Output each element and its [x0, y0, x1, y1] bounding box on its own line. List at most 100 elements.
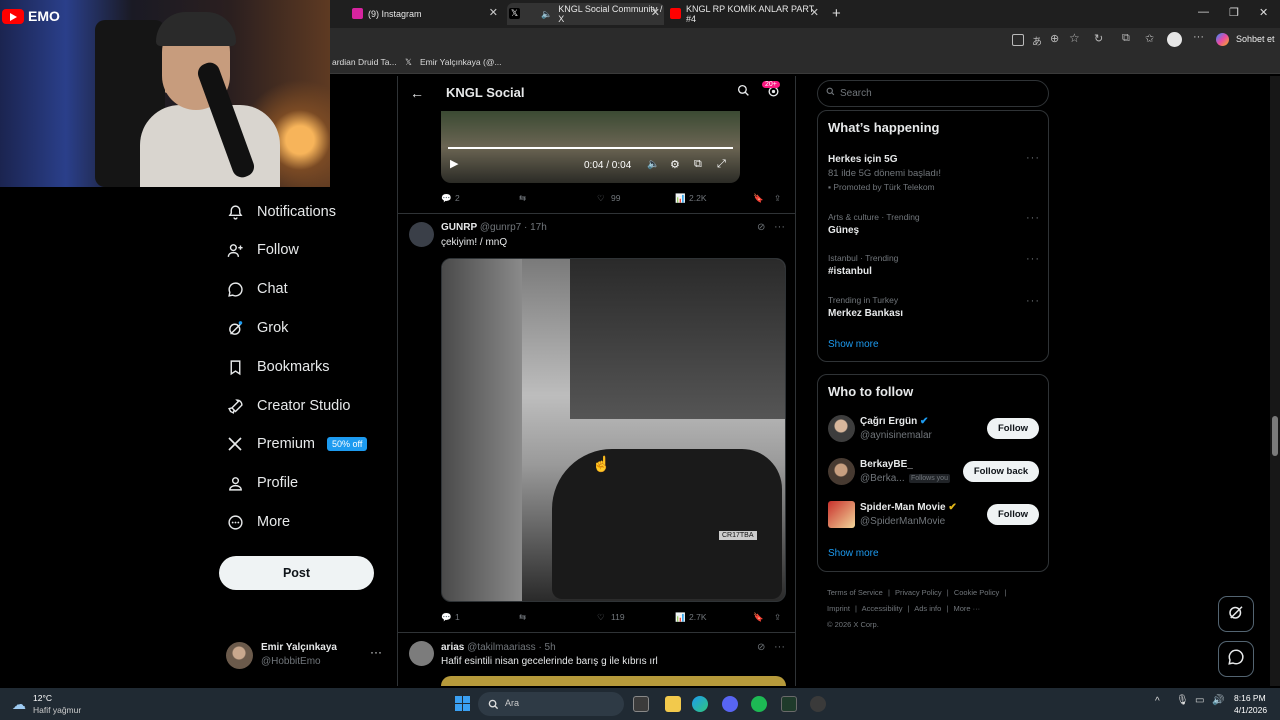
grok-float-button[interactable] — [1218, 596, 1254, 632]
bookmark-icon[interactable]: 🔖 — [753, 612, 764, 623]
post-button[interactable]: Post — [219, 556, 374, 590]
footer-link[interactable]: More ··· — [953, 604, 980, 613]
follow-name[interactable]: BerkayBE_ — [860, 459, 913, 470]
footer-link[interactable]: Terms of Service — [827, 588, 883, 597]
file-explorer-icon[interactable] — [665, 696, 681, 712]
clock-date[interactable]: 4/1/2026 — [1234, 705, 1267, 715]
post-more-icon[interactable]: ··· — [774, 641, 785, 653]
tab-close-icon[interactable]: ✕ — [810, 6, 819, 19]
nav-bookmarks[interactable]: Bookmarks — [226, 353, 330, 381]
grok-post-icon[interactable]: ⊘ — [757, 222, 765, 233]
obs-icon[interactable] — [810, 696, 826, 712]
video-player[interactable]: ▶ 0:04 / 0:04 🔈 ⚙ ⧉ ⤢ — [441, 111, 740, 183]
messages-float-button[interactable] — [1218, 641, 1254, 677]
zoom-icon[interactable]: ⊕ — [1050, 32, 1059, 45]
translate-icon[interactable]: あ — [1032, 33, 1042, 48]
like-icon[interactable]: ♡ — [597, 193, 605, 204]
trend-item[interactable]: Arts & culture · Trending Güneş — [828, 212, 920, 236]
views-icon[interactable]: 📊 — [675, 612, 686, 623]
nav-follow[interactable]: Follow — [226, 236, 299, 264]
follow-name[interactable]: Spider-Man Movie ✔ — [860, 502, 957, 513]
footer-link[interactable]: Accessibility — [862, 604, 903, 613]
post-image[interactable] — [441, 676, 786, 686]
post-more-icon[interactable]: ··· — [774, 221, 785, 233]
reply-icon[interactable]: 💬 — [441, 193, 452, 204]
author-handle[interactable]: @gunrp7 — [480, 222, 521, 233]
trend-item[interactable]: Istanbul · Trending #istanbul — [828, 253, 898, 277]
nav-grok[interactable]: Grok — [226, 314, 288, 342]
search-icon[interactable] — [737, 84, 750, 102]
play-icon[interactable]: ▶ — [450, 157, 458, 170]
pip-icon[interactable]: ⧉ — [694, 158, 702, 171]
avatar[interactable] — [828, 501, 855, 528]
edge-icon[interactable] — [692, 696, 708, 712]
avatar[interactable] — [409, 641, 434, 666]
repost-icon[interactable]: ⇆ — [519, 612, 526, 623]
nav-chat[interactable]: Chat — [226, 275, 288, 303]
nav-profile[interactable]: Profile — [226, 469, 298, 497]
bookmark-item[interactable]: ardian Druid Ta... — [332, 57, 397, 67]
footer-link[interactable]: Imprint — [827, 604, 850, 613]
favorites-icon[interactable]: ✩ — [1145, 32, 1154, 45]
extensions-icon[interactable]: ⧉ — [1122, 32, 1130, 45]
trend-more-icon[interactable]: ··· — [1026, 295, 1040, 307]
microphone-icon[interactable]: 🎙 — [1176, 695, 1189, 706]
new-tab-button[interactable]: + — [832, 5, 841, 22]
tray-chevron-icon[interactable]: ^ — [1155, 696, 1160, 707]
close-window-button[interactable]: ✕ — [1259, 6, 1268, 19]
trend-item[interactable]: Trending in Turkey Merkez Bankası — [828, 295, 903, 319]
chat-button[interactable]: Sohbet et — [1236, 34, 1275, 44]
tab-close-icon[interactable]: ✕ — [489, 6, 498, 19]
speaker-icon[interactable]: 🔈 — [541, 9, 552, 20]
start-button[interactable] — [455, 696, 470, 711]
video-progress-bar[interactable] — [448, 147, 733, 149]
share-icon[interactable]: ⇪ — [774, 193, 781, 204]
network-icon[interactable]: ▭ — [1195, 695, 1204, 706]
footer-link[interactable]: Cookie Policy — [954, 588, 999, 597]
browser-menu-icon[interactable]: ··· — [1193, 31, 1204, 43]
show-more-link[interactable]: Show more — [828, 339, 879, 350]
views-icon[interactable]: 📊 — [675, 193, 686, 204]
post-image[interactable]: CR17TBA — [441, 258, 786, 602]
avatar[interactable] — [828, 415, 855, 442]
refresh-icon[interactable]: ↻ — [1094, 32, 1103, 45]
favorite-star-icon[interactable]: ☆ — [1069, 31, 1080, 45]
avatar[interactable] — [409, 222, 434, 247]
clock-time[interactable]: 8:16 PM — [1234, 693, 1266, 703]
trend-more-icon[interactable]: ··· — [1026, 152, 1040, 164]
volume-icon[interactable]: 🔊 — [1212, 695, 1224, 706]
show-more-link[interactable]: Show more — [828, 548, 879, 559]
footer-link[interactable]: Ads info — [914, 604, 941, 613]
page-scrollbar[interactable] — [1270, 76, 1280, 686]
spotify-icon[interactable] — [751, 696, 767, 712]
trend-more-icon[interactable]: ··· — [1026, 212, 1040, 224]
like-icon[interactable]: ♡ — [597, 612, 605, 623]
weather-desc[interactable]: Hafif yağmur — [33, 705, 81, 715]
follow-button[interactable]: Follow — [987, 504, 1039, 525]
nav-more[interactable]: More — [226, 508, 290, 536]
grok-post-icon[interactable]: ⊘ — [757, 642, 765, 653]
author-handle[interactable]: @takilmaariass — [467, 642, 536, 653]
account-more-icon[interactable]: ··· — [370, 645, 382, 659]
tab-close-icon[interactable]: ✕ — [651, 6, 660, 19]
task-view-icon[interactable] — [633, 696, 649, 712]
author-name[interactable]: GUNRP — [441, 222, 477, 233]
follow-name[interactable]: Çağrı Ergün ✔ — [860, 416, 928, 427]
repost-icon[interactable]: ⇆ — [519, 193, 526, 204]
bookmark-item[interactable]: Emir Yalçınkaya (@... — [420, 57, 502, 67]
taskbar-search[interactable]: Ara — [478, 692, 624, 716]
post-time[interactable]: · 17h — [524, 222, 547, 233]
reply-icon[interactable]: 💬 — [441, 612, 452, 623]
volume-icon[interactable]: 🔈 — [647, 159, 659, 170]
trend-item[interactable]: Herkes için 5G 81 ilde 5G dönemi başladı… — [828, 154, 1038, 192]
tab-instagram[interactable]: (9) Instagram ✕ — [350, 3, 502, 25]
reader-icon[interactable] — [1012, 34, 1024, 46]
footer-link[interactable]: Privacy Policy — [895, 588, 942, 597]
bookmark-icon[interactable]: 🔖 — [753, 193, 764, 204]
minimize-button[interactable]: — — [1198, 6, 1209, 18]
discord-icon[interactable] — [722, 696, 738, 712]
share-icon[interactable]: ⇪ — [774, 612, 781, 623]
avatar[interactable] — [828, 458, 855, 485]
video-settings-icon[interactable]: ⚙ — [670, 158, 680, 171]
account-switcher[interactable]: Emir Yalçınkaya @HobbitEmo ··· — [226, 640, 406, 672]
